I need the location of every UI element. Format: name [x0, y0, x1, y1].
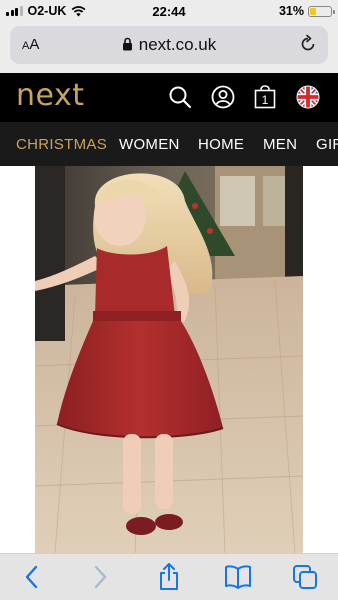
nav-item-home[interactable]: HOME	[198, 136, 244, 153]
battery-percent: 31%	[278, 4, 304, 18]
status-right: 31%	[278, 4, 335, 18]
product-image[interactable]	[35, 166, 303, 553]
share-icon[interactable]	[157, 562, 181, 592]
reload-icon[interactable]	[298, 34, 318, 54]
nav-item-girls[interactable]: GIRLS	[316, 136, 338, 153]
status-bar: O2-UK 22:44 31%	[0, 0, 338, 22]
tabs-icon[interactable]	[292, 564, 318, 590]
next-logo[interactable]: next	[16, 78, 84, 113]
battery-fill	[310, 7, 317, 15]
forward-icon[interactable]	[90, 564, 110, 590]
nav-item-men[interactable]: MEN	[263, 136, 297, 153]
uk-flag-icon[interactable]	[296, 85, 320, 109]
address-bar[interactable]: AA next.co.uk	[10, 26, 328, 64]
category-nav: CHRISTMAS WOMEN HOME MEN GIRLS	[0, 122, 338, 166]
nav-item-christmas[interactable]: CHRISTMAS	[16, 136, 107, 153]
browser-toolbar	[0, 553, 338, 600]
site-header: next 1	[0, 73, 338, 122]
lock-icon	[122, 37, 132, 51]
url-text: next.co.uk	[138, 35, 217, 54]
page-content	[0, 166, 338, 553]
search-icon[interactable]	[168, 85, 192, 109]
bag-button[interactable]: 1	[254, 85, 276, 109]
account-icon[interactable]	[211, 85, 235, 109]
bag-count: 1	[261, 93, 269, 107]
nav-item-women[interactable]: WOMEN	[119, 136, 180, 153]
bookmarks-icon[interactable]	[224, 564, 252, 590]
battery-icon	[308, 5, 335, 17]
product-photo	[35, 166, 303, 553]
back-icon[interactable]	[22, 564, 42, 590]
url-display[interactable]: next.co.uk	[10, 35, 328, 55]
